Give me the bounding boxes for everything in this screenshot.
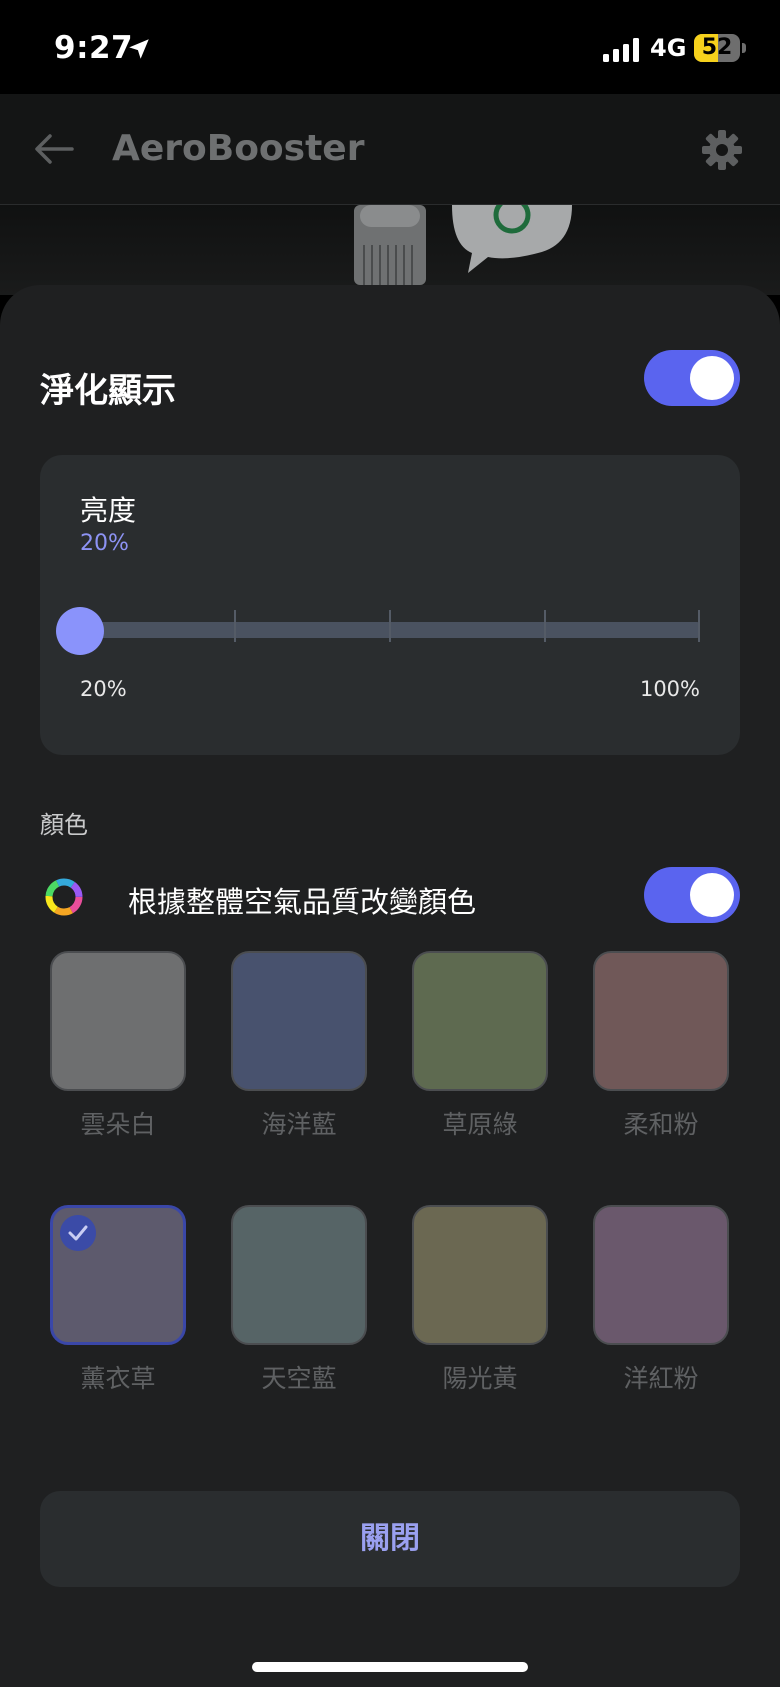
swatch-cloud-white[interactable] — [50, 951, 186, 1091]
battery-tip — [742, 43, 746, 53]
brightness-label: 亮度 — [80, 494, 137, 527]
slider-tick — [234, 610, 236, 642]
swatch-lavender[interactable] — [50, 1205, 186, 1345]
swatch-label: 草原綠 — [442, 1110, 518, 1139]
swatch-sunshine-yellow[interactable] — [412, 1205, 548, 1345]
slider-tick — [544, 610, 546, 642]
swatch-label: 薰衣草 — [80, 1364, 156, 1393]
status-time: 9:27 — [54, 30, 134, 66]
gear-icon[interactable] — [700, 128, 744, 172]
slider-tick — [389, 610, 391, 642]
swatch-label: 柔和粉 — [623, 1110, 699, 1139]
cellular-signal-icon — [603, 38, 639, 62]
brightness-value: 20% — [80, 531, 129, 556]
toggle-knob — [690, 873, 734, 917]
color-wheel-icon — [45, 878, 83, 916]
back-arrow-icon[interactable] — [34, 132, 74, 166]
swatch-label: 陽光黃 — [442, 1364, 518, 1393]
display-toggle[interactable] — [644, 350, 740, 406]
air-purifier-device-image — [354, 205, 426, 285]
brightness-slider-thumb[interactable] — [56, 607, 104, 655]
eco-bubble-icon — [452, 205, 572, 273]
brightness-card: 亮度 20% 20% 100% — [40, 455, 740, 755]
brightness-slider-track[interactable] — [80, 610, 700, 642]
status-bar: 9:27 4G 52 — [0, 0, 780, 94]
swatch-magenta-pink[interactable] — [593, 1205, 729, 1345]
app-header: AeroBooster — [0, 94, 780, 205]
slider-max-label: 100% — [639, 677, 700, 701]
battery-level: 52 — [701, 35, 733, 60]
swatch-ocean-blue[interactable] — [231, 951, 367, 1091]
location-arrow-icon — [129, 39, 149, 59]
swatch-sky-blue[interactable] — [231, 1205, 367, 1345]
swatch-label: 天空藍 — [261, 1364, 337, 1393]
check-icon — [60, 1215, 96, 1251]
swatch-soft-pink[interactable] — [593, 951, 729, 1091]
swatch-grass-green[interactable] — [412, 951, 548, 1091]
color-section-label: 顏色 — [40, 811, 88, 839]
toggle-knob — [690, 356, 734, 400]
swatch-label: 雲朵白 — [80, 1110, 156, 1139]
close-button[interactable]: 關閉 — [40, 1491, 740, 1587]
display-settings-sheet: 淨化顯示 亮度 20% 20% 100% 顏色 根據整體空氣品質改變顏色 雲朵白… — [0, 285, 780, 1687]
slider-min-label: 20% — [80, 677, 127, 701]
auto-color-toggle[interactable] — [644, 867, 740, 923]
swatch-label: 洋紅粉 — [623, 1364, 699, 1393]
app-title: AeroBooster — [112, 128, 365, 169]
swatch-label: 海洋藍 — [261, 1110, 337, 1139]
home-indicator[interactable] — [252, 1662, 528, 1672]
sheet-title: 淨化顯示 — [40, 371, 176, 411]
auto-color-label: 根據整體空氣品質改變顏色 — [128, 885, 477, 919]
slider-tick — [698, 610, 700, 642]
network-type: 4G — [650, 34, 687, 62]
battery-icon: 52 — [694, 34, 740, 62]
